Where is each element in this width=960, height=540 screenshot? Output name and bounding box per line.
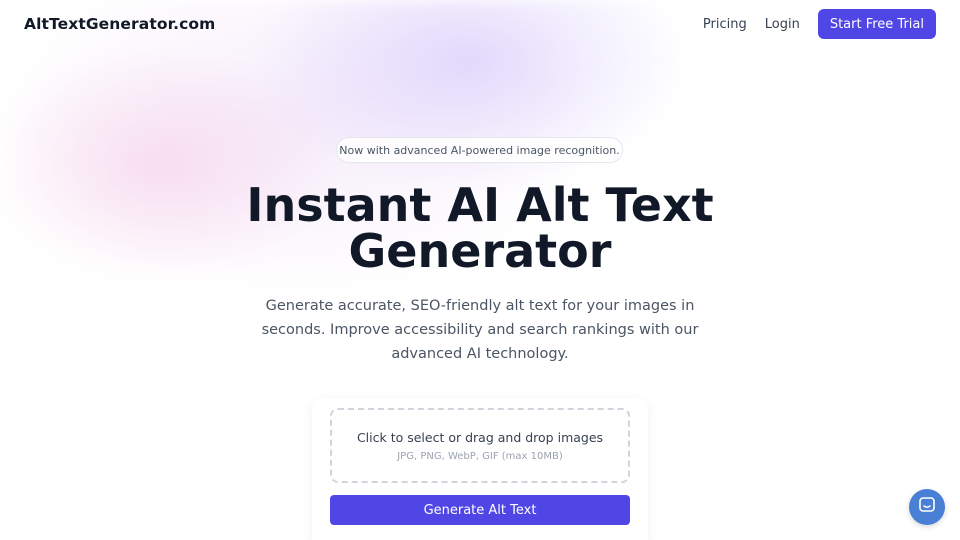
page-title: Instant AI Alt Text Generator (180, 182, 780, 274)
site-header: AltTextGenerator.com Pricing Login Start… (0, 0, 960, 48)
title-line-2: Generator (348, 224, 612, 278)
top-nav: Pricing Login Start Free Trial (703, 9, 936, 39)
dropzone-prompt: Click to select or drag and drop images (356, 429, 604, 445)
generate-alt-text-button[interactable]: Generate Alt Text (330, 495, 630, 525)
feature-badge: Now with advanced AI-powered image recog… (336, 137, 623, 163)
chat-bubble-icon (918, 496, 936, 518)
hero-subtitle: Generate accurate, SEO-friendly alt text… (261, 298, 699, 362)
dropzone-format-hint: JPG, PNG, WebP, GIF (max 10MB) (397, 450, 563, 462)
image-dropzone[interactable]: Click to select or drag and drop images … (330, 408, 630, 483)
nav-pricing-link[interactable]: Pricing (703, 17, 747, 32)
site-logo[interactable]: AltTextGenerator.com (24, 15, 215, 33)
upload-card: Click to select or drag and drop images … (312, 398, 648, 540)
nav-login-link[interactable]: Login (765, 17, 800, 32)
start-free-trial-button[interactable]: Start Free Trial (817, 9, 936, 39)
chat-widget-button[interactable] (909, 489, 945, 525)
